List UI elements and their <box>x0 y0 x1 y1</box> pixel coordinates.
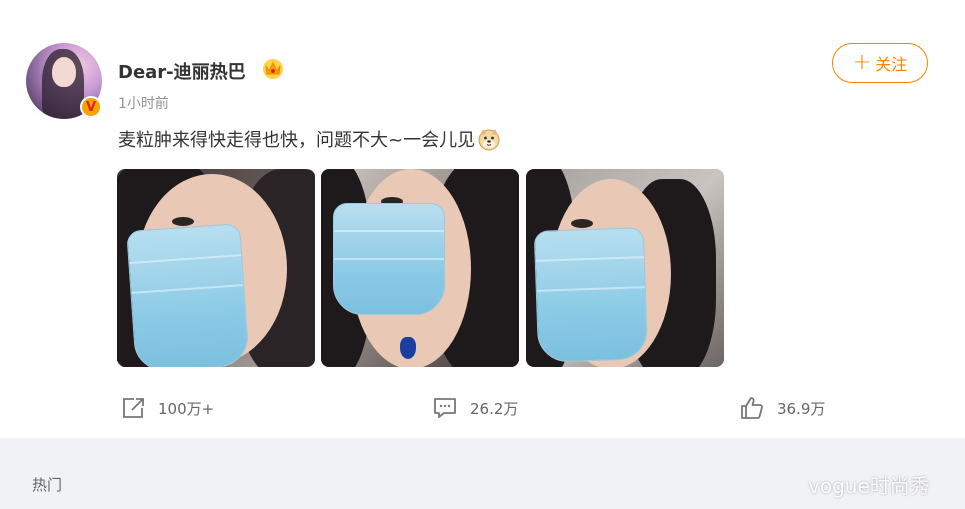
comment-button[interactable]: 26.2万 <box>432 396 518 420</box>
post-photo-2[interactable] <box>321 169 519 367</box>
mask-stripe <box>334 230 444 232</box>
like-count: 36.9万 <box>777 399 826 418</box>
photo-face-mask <box>533 227 649 363</box>
photo-face-mask <box>333 203 445 315</box>
thumbs-up-icon <box>741 397 763 419</box>
post-text: 麦粒肿来得快走得也快，问题不大~一会儿见 <box>118 126 501 152</box>
repost-button[interactable]: 100万+ <box>120 396 214 420</box>
watermark: vogue时尚秀 <box>808 474 930 498</box>
post-photo-3[interactable] <box>526 169 724 367</box>
comment-count: 26.2万 <box>470 399 519 418</box>
follow-button[interactable]: + 关注 <box>832 43 928 83</box>
crown-icon <box>263 59 283 79</box>
share-icon <box>123 398 144 418</box>
avatar-face <box>52 57 76 87</box>
follow-label: 关注 <box>875 55 908 74</box>
verified-badge-icon: V <box>80 96 102 118</box>
like-button[interactable]: 36.9万 <box>739 396 825 420</box>
post-action-bar: 100万+ 26.2万 36.9万 <box>0 396 965 424</box>
doge-emoji-icon <box>478 129 500 151</box>
mask-stripe <box>334 258 444 260</box>
photo-face-mask <box>126 223 250 367</box>
hot-comments-tab[interactable]: 热门 <box>32 474 62 495</box>
photo-eye <box>172 217 194 226</box>
plus-icon: + <box>852 50 872 75</box>
username[interactable]: Dear-迪丽热巴 <box>118 58 246 84</box>
photo-necklace-gem <box>400 337 416 359</box>
repost-count: 100万+ <box>158 399 215 418</box>
post-photo-1[interactable] <box>117 169 315 367</box>
mask-stripe <box>535 256 644 262</box>
post-text-body: 麦粒肿来得快走得也快，问题不大~一会儿见 <box>118 130 476 151</box>
mask-stripe <box>129 254 242 264</box>
weibo-post-card: V Dear-迪丽热巴 1小时前 + 关注 麦粒肿来得快走得也快，问题不大~一会… <box>0 0 965 438</box>
comment-icon <box>434 398 456 418</box>
mask-stripe <box>536 286 645 292</box>
photo-eye <box>571 219 593 228</box>
mask-stripe <box>131 284 244 294</box>
post-timestamp[interactable]: 1小时前 <box>118 93 169 113</box>
